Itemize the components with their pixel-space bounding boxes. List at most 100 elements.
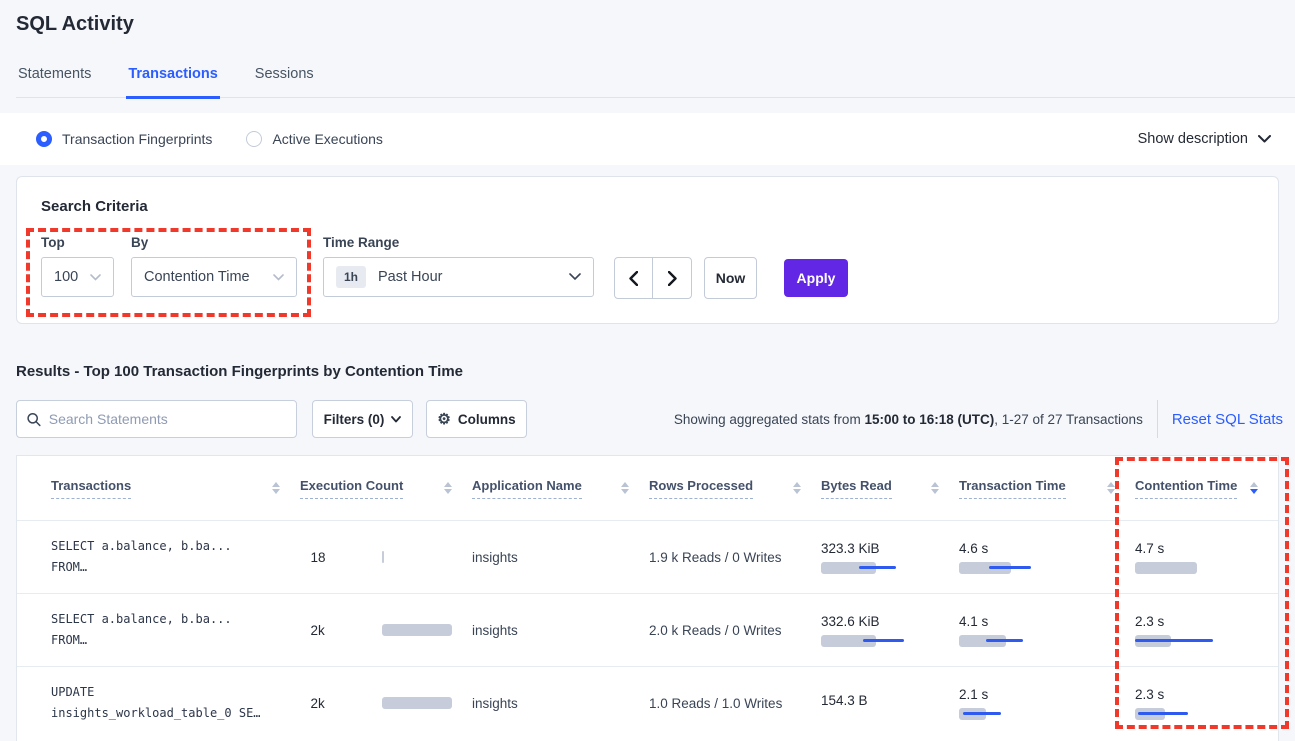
tab-transactions[interactable]: Transactions [126,60,219,99]
view-toggle-bar: Transaction Fingerprints Active Executio… [0,113,1295,165]
transaction-time-cell: 4.1 s [959,594,1135,666]
sort-icon[interactable] [621,482,629,494]
execution-count-cell: 2k [300,594,472,666]
contention-time-bar [1135,562,1215,574]
tab-bar: Statements Transactions Sessions [16,60,1295,98]
search-statements-box [16,400,297,438]
column-header-contention-time[interactable]: Contention Time [1135,456,1278,520]
top-select[interactable]: 100 [41,257,114,297]
time-range-prev-button[interactable] [615,258,653,298]
transaction-time-bar [959,708,1039,720]
radio-label: Transaction Fingerprints [62,131,212,147]
by-label: By [131,235,148,250]
radio-active-executions[interactable]: Active Executions [246,131,383,147]
search-criteria-heading: Search Criteria [41,198,148,215]
aggregated-stats-text: Showing aggregated stats from 15:00 to 1… [674,412,1143,427]
execution-count-cell: 18 [300,521,472,593]
transactions-table: Transactions Execution Count Application… [16,455,1279,741]
bytes-read-cell: 154.3 B [821,667,959,739]
radio-transaction-fingerprints[interactable]: Transaction Fingerprints [36,131,212,147]
transaction-time-cell: 4.6 s [959,521,1135,593]
tab-sessions[interactable]: Sessions [253,60,316,97]
sort-icon[interactable] [931,482,939,494]
table-header-row: Transactions Execution Count Application… [17,456,1278,520]
bytes-read-cell: 332.6 KiB [821,594,959,666]
bytes-read-bar [821,562,901,574]
columns-button[interactable]: ⚙ Columns [426,400,527,438]
transaction-fingerprint-link[interactable]: SELECT a.balance, b.ba...FROM… [17,594,300,666]
time-range-stepper [614,257,692,299]
tab-statements[interactable]: Statements [16,60,93,97]
transaction-time-cell: 2.1 s [959,667,1135,739]
radio-unselected-icon[interactable] [246,131,262,147]
execution-count-bar [382,697,462,709]
column-header-execution-count[interactable]: Execution Count [300,456,472,520]
chevron-down-icon [569,273,581,281]
rows-processed-cell: 2.0 k Reads / 0 Writes [649,594,821,666]
time-range-value: Past Hour [378,269,442,285]
search-statements-input[interactable] [49,411,286,427]
filters-button[interactable]: Filters (0) [312,400,413,438]
sort-icon[interactable] [272,482,280,494]
table-row: UPDATEinsights_workload_table_0 SE… 2k i… [17,666,1278,739]
bytes-read-bar [821,635,901,647]
time-range-badge: 1h [336,266,366,288]
results-heading: Results - Top 100 Transaction Fingerprin… [16,363,463,380]
time-range-label: Time Range [323,235,399,250]
column-header-bytes-read[interactable]: Bytes Read [821,456,959,520]
chevron-down-icon [273,274,284,281]
sort-icon[interactable] [793,482,801,494]
bytes-read-cell: 323.3 KiB [821,521,959,593]
time-range-select[interactable]: 1h Past Hour [323,257,594,297]
sort-icon[interactable] [444,482,452,494]
filters-label: Filters (0) [324,412,385,427]
radio-selected-icon[interactable] [36,131,52,147]
transaction-time-bar [959,562,1039,574]
execution-count-bar [382,551,462,563]
chevron-down-icon [1258,135,1271,143]
search-icon [27,412,41,427]
rows-processed-cell: 1.9 k Reads / 0 Writes [649,521,821,593]
search-criteria-card: Search Criteria Top 100 By Contention Ti… [16,176,1279,324]
time-range-next-button[interactable] [653,258,691,298]
show-description-toggle[interactable]: Show description [1138,131,1271,147]
reset-sql-stats-link[interactable]: Reset SQL Stats [1172,411,1283,428]
application-name-cell: insights [472,594,649,666]
contention-time-bar [1135,635,1215,647]
table-row: SELECT a.balance, b.ba...FROM… 2k insigh… [17,593,1278,666]
execution-count-cell: 2k [300,667,472,739]
top-label: Top [41,235,65,250]
stats-area: Showing aggregated stats from 15:00 to 1… [674,400,1283,438]
show-description-label: Show description [1138,131,1248,147]
column-header-application-name[interactable]: Application Name [472,456,649,520]
columns-label: Columns [458,412,516,427]
column-header-transaction-time[interactable]: Transaction Time [959,456,1135,520]
column-header-rows-processed[interactable]: Rows Processed [649,456,821,520]
application-name-cell: insights [472,667,649,739]
now-button[interactable]: Now [704,257,757,299]
column-header-transactions[interactable]: Transactions [17,456,300,520]
transaction-fingerprint-link[interactable]: UPDATEinsights_workload_table_0 SE… [17,667,300,739]
contention-time-bar [1135,708,1215,720]
chevron-right-icon [668,271,677,286]
apply-button[interactable]: Apply [784,259,848,297]
table-row: SELECT a.balance, b.ba...FROM… 18 insigh… [17,520,1278,593]
chevron-down-icon [391,416,401,423]
by-select[interactable]: Contention Time [131,257,297,297]
divider [1157,400,1158,438]
chevron-down-icon [90,274,101,281]
contention-time-cell: 2.3 s [1135,667,1278,739]
rows-processed-cell: 1.0 Reads / 1.0 Writes [649,667,821,739]
by-select-value: Contention Time [144,269,250,285]
transaction-fingerprint-link[interactable]: SELECT a.balance, b.ba...FROM… [17,521,300,593]
contention-time-cell: 4.7 s [1135,521,1278,593]
transaction-time-bar [959,635,1039,647]
page-title: SQL Activity [16,13,134,36]
top-select-value: 100 [54,269,78,285]
contention-time-cell: 2.3 s [1135,594,1278,666]
execution-count-bar [382,624,462,636]
sort-icon-descending[interactable] [1250,482,1258,494]
radio-label: Active Executions [272,131,383,147]
sort-icon[interactable] [1107,482,1115,494]
chevron-left-icon [629,271,638,286]
